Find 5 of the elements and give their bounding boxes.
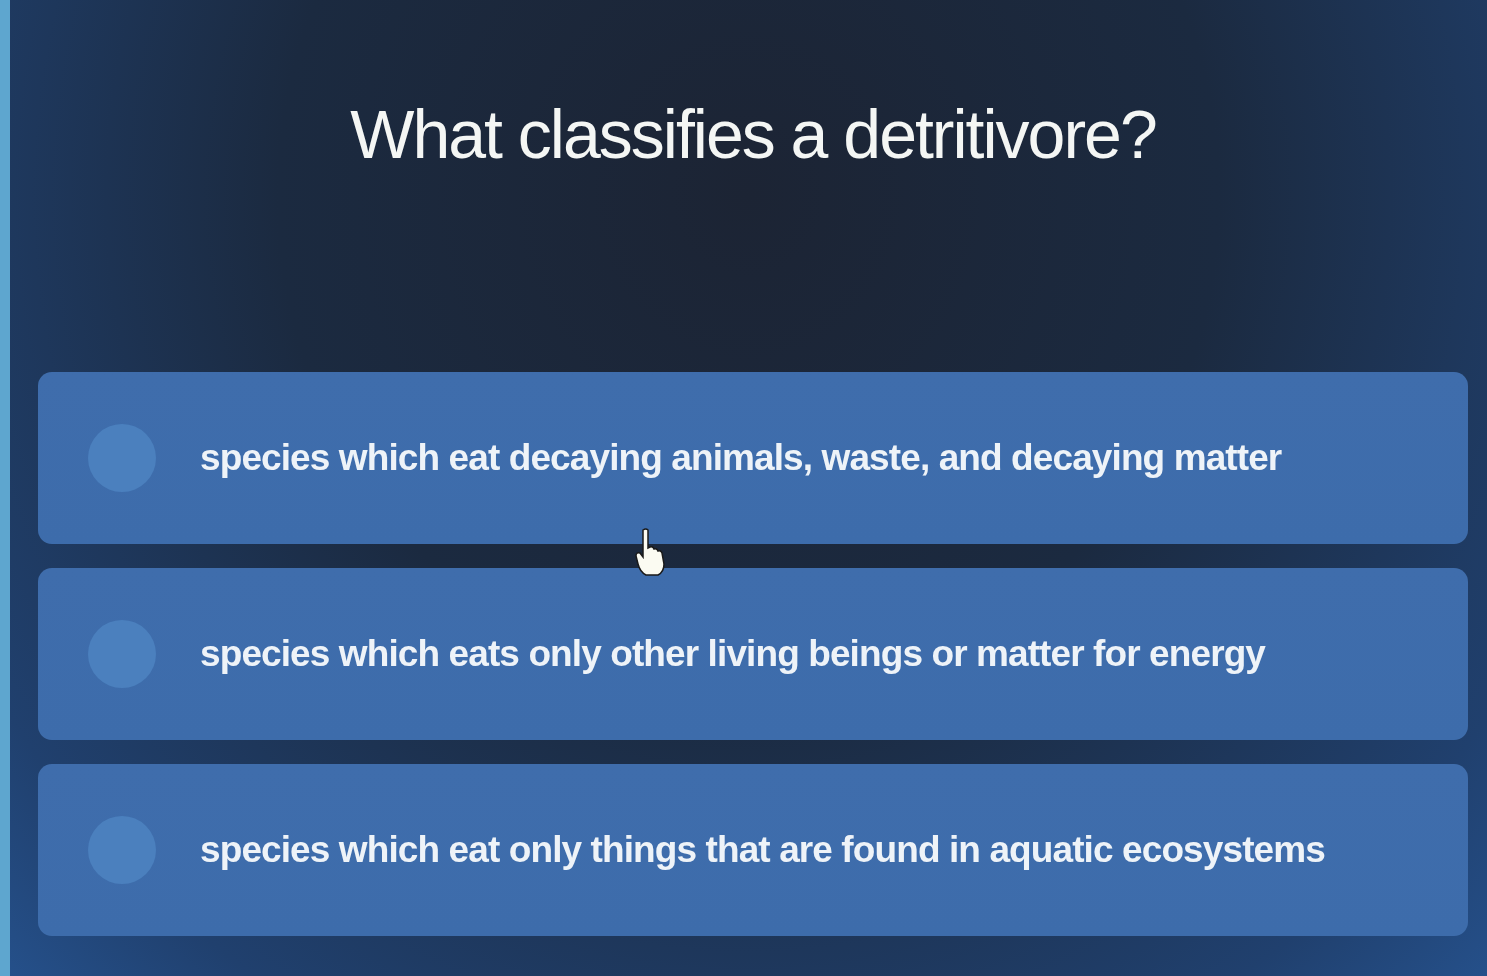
answer-option[interactable]: species which eat only things that are found in aquatic ecosystems <box>38 764 1468 936</box>
hand-cursor-icon <box>634 528 666 576</box>
answer-option[interactable]: species which eat decaying animals, waste, and decaying matter <box>38 372 1468 544</box>
question-title: What classifies a detritivore? <box>350 96 1156 172</box>
answer-option[interactable]: species which eats only other living beings or matter for energy <box>38 568 1468 740</box>
